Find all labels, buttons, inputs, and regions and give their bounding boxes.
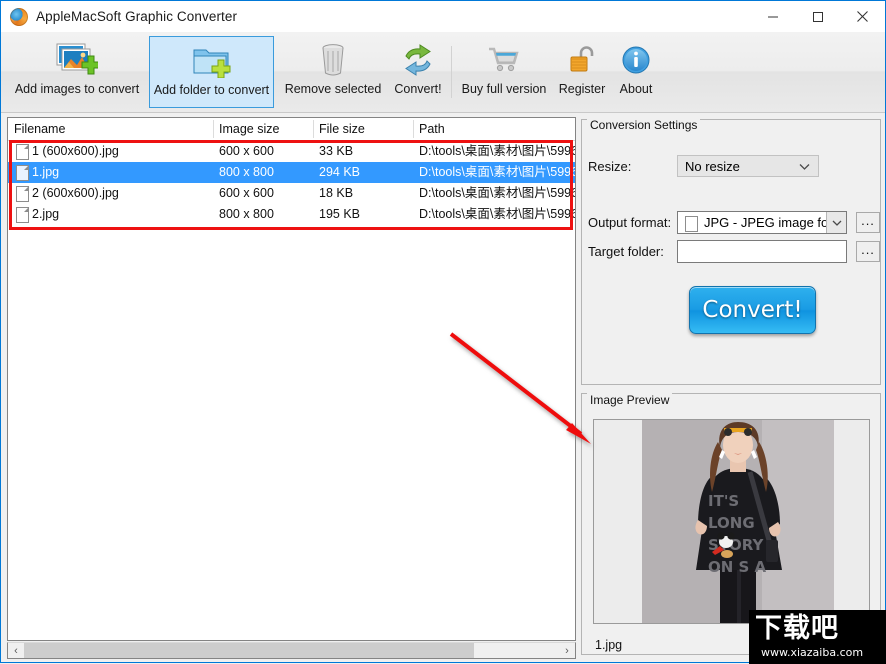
output-format-select[interactable]: JPG - JPEG image form	[677, 211, 847, 234]
output-format-browse-button[interactable]: ...	[856, 212, 880, 233]
trash-icon	[318, 38, 348, 82]
remove-selected-button[interactable]: Remove selected	[277, 36, 389, 108]
cell-path: D:\tools\桌面\素材\图片\5996	[419, 207, 575, 221]
cell-filename: 2 (600x600).jpg	[32, 186, 119, 200]
table-row[interactable]: 2.jpg 800 x 800 195 KB D:\tools\桌面\素材\图片…	[8, 204, 575, 225]
cell-filename: 1 (600x600).jpg	[32, 144, 119, 158]
resize-select[interactable]: No resize	[677, 155, 819, 177]
preview-image-frame: IT'S LONG STORY ON S A	[593, 419, 870, 624]
convert-button[interactable]: Convert!	[689, 286, 816, 334]
maximize-icon[interactable]	[795, 1, 840, 32]
toolbar-separator	[451, 46, 452, 98]
table-row[interactable]: 1.jpg 800 x 800 294 KB D:\tools\桌面\素材\图片…	[8, 162, 575, 183]
about-button[interactable]: About	[613, 36, 659, 108]
cell-file-size: 195 KB	[319, 207, 361, 221]
chevron-down-icon[interactable]	[826, 212, 846, 233]
file-icon	[685, 216, 698, 232]
close-icon[interactable]	[840, 1, 885, 32]
target-folder-label: Target folder:	[588, 244, 664, 259]
resize-value: No resize	[685, 158, 740, 174]
scroll-left-arrow-icon[interactable]: ‹	[8, 643, 24, 658]
output-format-value: JPG - JPEG image form	[704, 215, 844, 230]
target-folder-value	[678, 241, 846, 247]
resize-label: Resize:	[588, 159, 632, 174]
globe-icon	[10, 7, 28, 26]
cell-file-size: 33 KB	[319, 144, 354, 158]
watermark: 下载吧 www.xiazaiba.com	[749, 610, 886, 664]
preview-filename: 1.jpg	[595, 638, 623, 652]
file-icon	[16, 186, 29, 202]
column-header-file-size[interactable]: File size	[313, 118, 413, 140]
cell-path: D:\tools\桌面\素材\图片\5996	[419, 165, 575, 179]
table-row[interactable]: 2 (600x600).jpg 600 x 600 18 KB D:\tools…	[8, 183, 575, 204]
add-folder-to-convert-label: Add folder to convert	[153, 83, 270, 97]
convert-arrows-icon	[400, 38, 436, 82]
watermark-url: www.xiazaiba.com	[761, 646, 864, 659]
window-title: AppleMacSoft Graphic Converter	[36, 9, 238, 24]
cell-filename: 1.jpg	[32, 165, 60, 179]
cell-file-size: 18 KB	[319, 186, 354, 200]
file-icon	[16, 165, 29, 181]
remove-selected-label: Remove selected	[284, 82, 382, 96]
info-icon	[621, 38, 651, 82]
cell-image-size: 800 x 800	[219, 165, 274, 179]
application-window: AppleMacSoft Graphic Converter Add image…	[0, 0, 886, 664]
cell-path: D:\tools\桌面\素材\图片\5996	[419, 186, 575, 200]
column-divider[interactable]	[313, 120, 314, 138]
column-header-filename[interactable]: Filename	[8, 118, 213, 140]
column-header-path[interactable]: Path	[413, 118, 575, 140]
file-list-header: Filename Image size File size Path	[8, 118, 575, 141]
scrollbar-track[interactable]	[24, 643, 559, 658]
shopping-cart-icon	[486, 38, 522, 82]
add-folder-to-convert-button[interactable]: Add folder to convert	[149, 36, 274, 108]
cell-image-size: 600 x 600	[219, 186, 274, 200]
convert-toolbar-button[interactable]: Convert!	[387, 36, 449, 108]
add-images-to-convert-button[interactable]: Add images to convert	[7, 36, 147, 108]
column-header-image-size[interactable]: Image size	[213, 118, 313, 140]
cell-image-size: 600 x 600	[219, 144, 274, 158]
column-divider[interactable]	[213, 120, 214, 138]
output-format-label: Output format:	[588, 215, 672, 230]
add-images-to-convert-label: Add images to convert	[14, 82, 140, 96]
cell-filename: 2.jpg	[32, 207, 60, 221]
cell-path: D:\tools\桌面\素材\图片\5996	[419, 144, 575, 158]
convert-toolbar-label: Convert!	[394, 82, 442, 96]
file-list-rows: 1 (600x600).jpg 600 x 600 33 KB D:\tools…	[8, 141, 575, 225]
file-icon	[16, 144, 29, 160]
window-controls	[750, 1, 885, 32]
file-list[interactable]: Filename Image size File size Path 1 (60…	[7, 117, 576, 641]
buy-full-version-label: Buy full version	[461, 82, 547, 96]
chevron-down-icon	[799, 159, 810, 174]
add-folder-icon	[192, 39, 232, 83]
svg-text:LONG: LONG	[708, 514, 755, 532]
cell-file-size: 294 KB	[319, 165, 361, 179]
add-images-icon	[56, 38, 98, 82]
scroll-right-arrow-icon[interactable]: ›	[559, 643, 575, 658]
toolbar: Add images to convert Add folder to conv…	[1, 32, 885, 113]
svg-text:ON S A: ON S A	[708, 558, 767, 576]
file-icon	[16, 207, 29, 223]
cell-image-size: 800 x 800	[219, 207, 274, 221]
convert-button-label: Convert!	[702, 297, 803, 323]
conversion-settings-title: Conversion Settings	[587, 118, 701, 132]
table-row[interactable]: 1 (600x600).jpg 600 x 600 33 KB D:\tools…	[8, 141, 575, 162]
about-label: About	[619, 82, 653, 96]
target-folder-input[interactable]	[677, 240, 847, 263]
horizontal-scrollbar[interactable]: ‹ ›	[7, 642, 576, 659]
svg-text:IT'S: IT'S	[708, 492, 739, 510]
watermark-logo-text: 下载吧	[755, 613, 839, 644]
scrollbar-thumb[interactable]	[24, 643, 474, 658]
title-bar: AppleMacSoft Graphic Converter	[1, 1, 885, 32]
preview-image: IT'S LONG STORY ON S A	[642, 420, 834, 623]
buy-full-version-button[interactable]: Buy full version	[456, 36, 552, 108]
register-label: Register	[558, 82, 606, 96]
minimize-icon[interactable]	[750, 1, 795, 32]
column-divider[interactable]	[413, 120, 414, 138]
padlock-icon	[567, 38, 597, 82]
register-button[interactable]: Register	[553, 36, 611, 108]
target-folder-browse-button[interactable]: ...	[856, 241, 880, 262]
image-preview-title: Image Preview	[587, 393, 673, 407]
